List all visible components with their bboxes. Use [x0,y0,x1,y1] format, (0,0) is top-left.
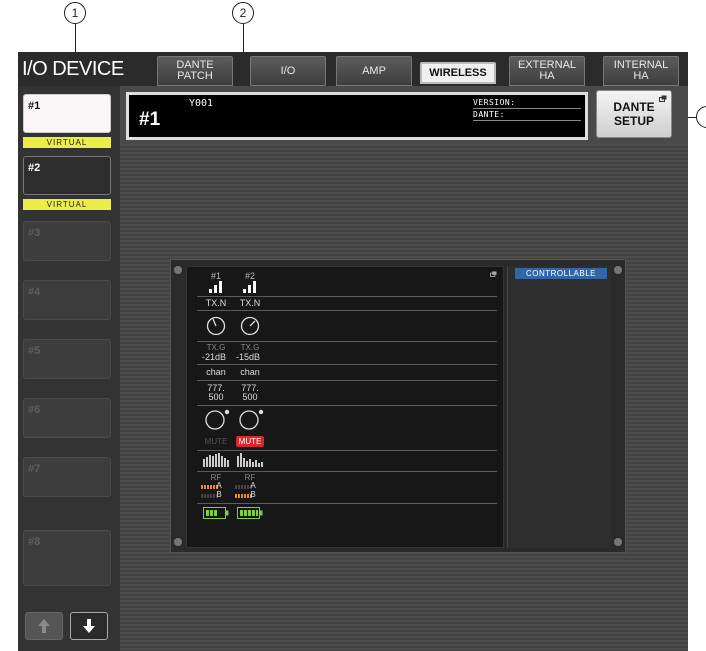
version-underline [473,108,581,109]
scroll-up-button[interactable] [25,612,63,640]
slot-8[interactable]: #8 [23,530,111,586]
channel-name: chan [240,367,260,377]
separator [197,450,497,451]
gain-label: TX.G [240,343,260,352]
knob-icon [206,316,226,336]
gain-value: -21dB [201,352,227,362]
scroll-down-button[interactable] [70,612,108,640]
slot-1[interactable]: #1 [23,94,111,133]
slot-3[interactable]: #3 [23,221,111,261]
slot-label: #4 [28,286,41,298]
rf-antenna-a: A [216,481,222,490]
slot-list: #1 VIRTUAL #2 VIRTUAL #3 #4 #5 #6 #7 #8 [18,86,120,651]
knob-with-led-icon [205,409,230,430]
rack-screw [174,266,182,274]
signal-bars-icon [209,281,222,293]
separator [197,341,497,342]
channel-number: #1 [210,271,221,281]
device-info-display: #1 Y001 VERSION: DANTE: [126,92,588,140]
gain-value: -15dB [235,352,261,362]
tab-wireless[interactable]: WIRELESS [420,62,496,84]
io-device-screen: I/O DEVICE DANTE PATCH I/O AMP WIRELESS … [18,52,688,651]
rack-screw [614,266,622,274]
dante-underline [473,120,581,121]
callout-3-partial [696,106,706,128]
audio-meter-icon [203,453,229,467]
tab-external-ha[interactable]: EXTERNAL HA [509,56,585,86]
separator [197,405,497,406]
tx-name-label: TX.N [205,298,227,308]
mute-indicator[interactable]: MUTE [202,436,230,447]
popup-icon [490,271,497,277]
tab-dante-patch[interactable]: DANTE PATCH [157,56,233,86]
separator [197,380,497,381]
separator [197,471,497,472]
separator [197,503,497,504]
controllable-badge: CONTROLLABLE [515,268,607,279]
arrow-down-icon [83,619,95,633]
dante-setup-button[interactable]: DANTE SETUP [596,90,672,138]
header: I/O DEVICE DANTE PATCH I/O AMP WIRELESS … [18,52,688,86]
rack-screw [174,538,182,546]
slot-7[interactable]: #7 [23,457,111,497]
separator [197,364,497,365]
gain-label: TX.G [206,343,226,352]
frequency-khz: 500 [242,392,258,402]
channel-number: #2 [244,271,255,281]
rf-antenna-a: A [250,481,256,490]
mute-indicator-active[interactable]: MUTE [236,436,264,447]
separator [197,310,497,311]
slot-2[interactable]: #2 [23,156,111,195]
virtual-badge: VIRTUAL [23,137,111,148]
tab-amp[interactable]: AMP [336,56,412,86]
status-area [507,266,611,548]
rf-antenna-b: B [250,490,256,499]
slot-label: #2 [28,162,41,174]
battery-icon [203,507,229,519]
page-title: I/O DEVICE [22,58,124,80]
rf-antenna-b: B [216,490,222,499]
device-id: Y001 [189,98,214,109]
separator [197,296,497,297]
popup-icon [659,95,667,102]
battery-icon [237,507,263,519]
slot-4[interactable]: #4 [23,280,111,320]
virtual-badge: VIRTUAL [23,199,111,210]
slot-6[interactable]: #6 [23,398,111,438]
tab-internal-ha[interactable]: INTERNAL HA [603,56,679,86]
knob-icon [240,316,260,336]
tab-io[interactable]: I/O [250,56,326,86]
slot-label: #1 [28,100,41,112]
channel-name: chan [206,367,226,377]
arrow-up-icon [38,619,50,633]
slot-label: #3 [28,227,41,239]
signal-bars-icon [243,281,256,293]
tx-name-label: TX.N [239,298,261,308]
callout-2: 2 [232,2,254,24]
selected-slot: #1 [139,109,161,130]
knob-with-led-icon [239,409,264,430]
rack-screw [614,538,622,546]
slot-label: #8 [28,536,41,548]
dante-label: DANTE: [473,110,505,119]
slot-5[interactable]: #5 [23,339,111,379]
wireless-receiver-rack: #1 #2 TX.N TX.N TX.G TX.G -21dB -15dB ch… [170,259,626,553]
slot-label: #7 [28,463,41,475]
receiver-panel[interactable]: #1 #2 TX.N TX.N TX.G TX.G -21dB -15dB ch… [186,266,504,548]
audio-meter-icon [237,453,263,467]
slot-label: #6 [28,404,41,416]
frequency-khz: 500 [208,392,224,402]
slot-label: #5 [28,345,41,357]
callout-1: 1 [64,2,86,24]
version-label: VERSION: [473,98,516,107]
